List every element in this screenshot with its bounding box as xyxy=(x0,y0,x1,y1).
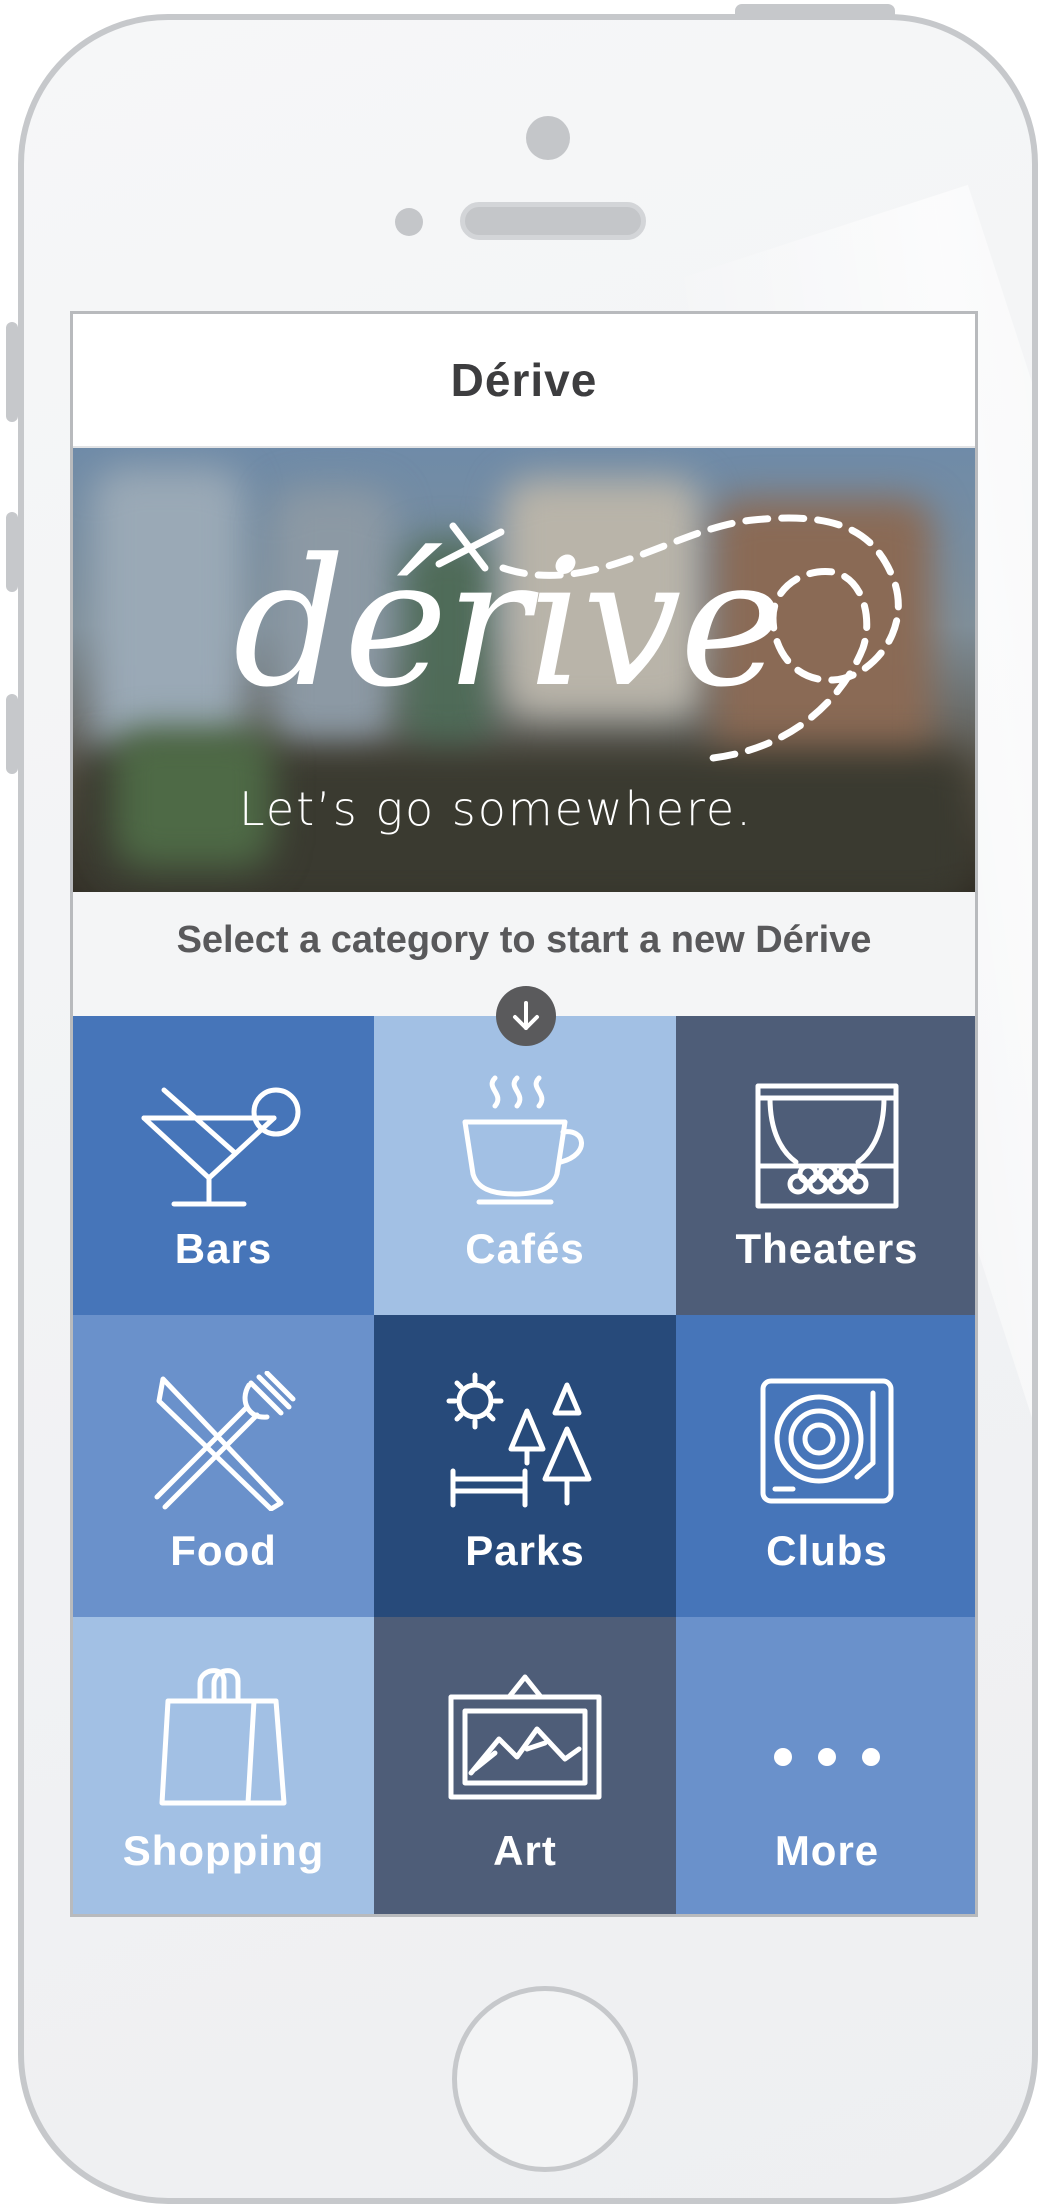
device-mockup: Dérive dérive Let’s go somewhere. Select… xyxy=(0,0,1042,2212)
volume-up-button xyxy=(6,512,18,592)
tile-label: More xyxy=(774,1827,880,1874)
category-grid: Bars Cafés Theaters Food Parks Clubs Sho… xyxy=(73,1016,975,1914)
hero-tagline: Let’s go somewhere. xyxy=(239,782,753,836)
shopping-bag-icon xyxy=(159,1668,286,1806)
mute-switch xyxy=(6,322,18,422)
park-trees-icon xyxy=(446,1372,592,1508)
tile-label: Food xyxy=(170,1527,277,1574)
more-dots-icon xyxy=(774,1748,880,1766)
home-button[interactable] xyxy=(452,1986,638,2172)
category-tile-more[interactable]: More xyxy=(676,1617,975,1914)
category-tile-art[interactable]: Art xyxy=(374,1617,676,1914)
app-screen: Dérive dérive Let’s go somewhere. Select… xyxy=(70,311,978,1917)
turntable-icon xyxy=(760,1378,894,1504)
tile-label: Parks xyxy=(465,1527,585,1574)
category-tile-food[interactable]: Food xyxy=(73,1315,374,1617)
tile-label: Theaters xyxy=(735,1225,919,1272)
category-tile-bars[interactable]: Bars xyxy=(73,1016,374,1315)
tile-label: Clubs xyxy=(766,1527,888,1574)
framed-picture-icon xyxy=(448,1674,602,1800)
tile-label: Art xyxy=(493,1827,557,1874)
prompt-text: Select a category to start a new Dérive xyxy=(176,918,872,961)
page-title: Dérive xyxy=(450,354,598,406)
hero-logo: dérive xyxy=(233,521,784,726)
tile-label: Bars xyxy=(174,1225,273,1272)
coffee-cup-icon xyxy=(462,1075,584,1205)
category-tile-cafes[interactable]: Cafés xyxy=(374,1016,676,1315)
martini-icon xyxy=(141,1087,300,1207)
category-tile-clubs[interactable]: Clubs xyxy=(676,1315,975,1617)
proximity-sensor xyxy=(395,208,423,236)
volume-down-button xyxy=(6,694,18,774)
nav-bar: Dérive xyxy=(73,314,975,448)
category-tile-theaters[interactable]: Theaters xyxy=(676,1016,975,1315)
tile-label: Cafés xyxy=(465,1225,585,1272)
arrow-down-icon xyxy=(496,986,556,1046)
hero-banner: dérive Let’s go somewhere. xyxy=(73,448,975,892)
category-prompt: Select a category to start a new Dérive xyxy=(73,892,975,1046)
theater-stage-icon xyxy=(755,1083,899,1209)
category-tile-parks[interactable]: Parks xyxy=(374,1315,676,1617)
tile-label: Shopping xyxy=(122,1827,325,1874)
knife-fork-icon xyxy=(154,1371,295,1511)
category-tile-shopping[interactable]: Shopping xyxy=(73,1617,374,1914)
front-camera xyxy=(526,116,570,160)
earpiece-speaker xyxy=(460,202,646,240)
